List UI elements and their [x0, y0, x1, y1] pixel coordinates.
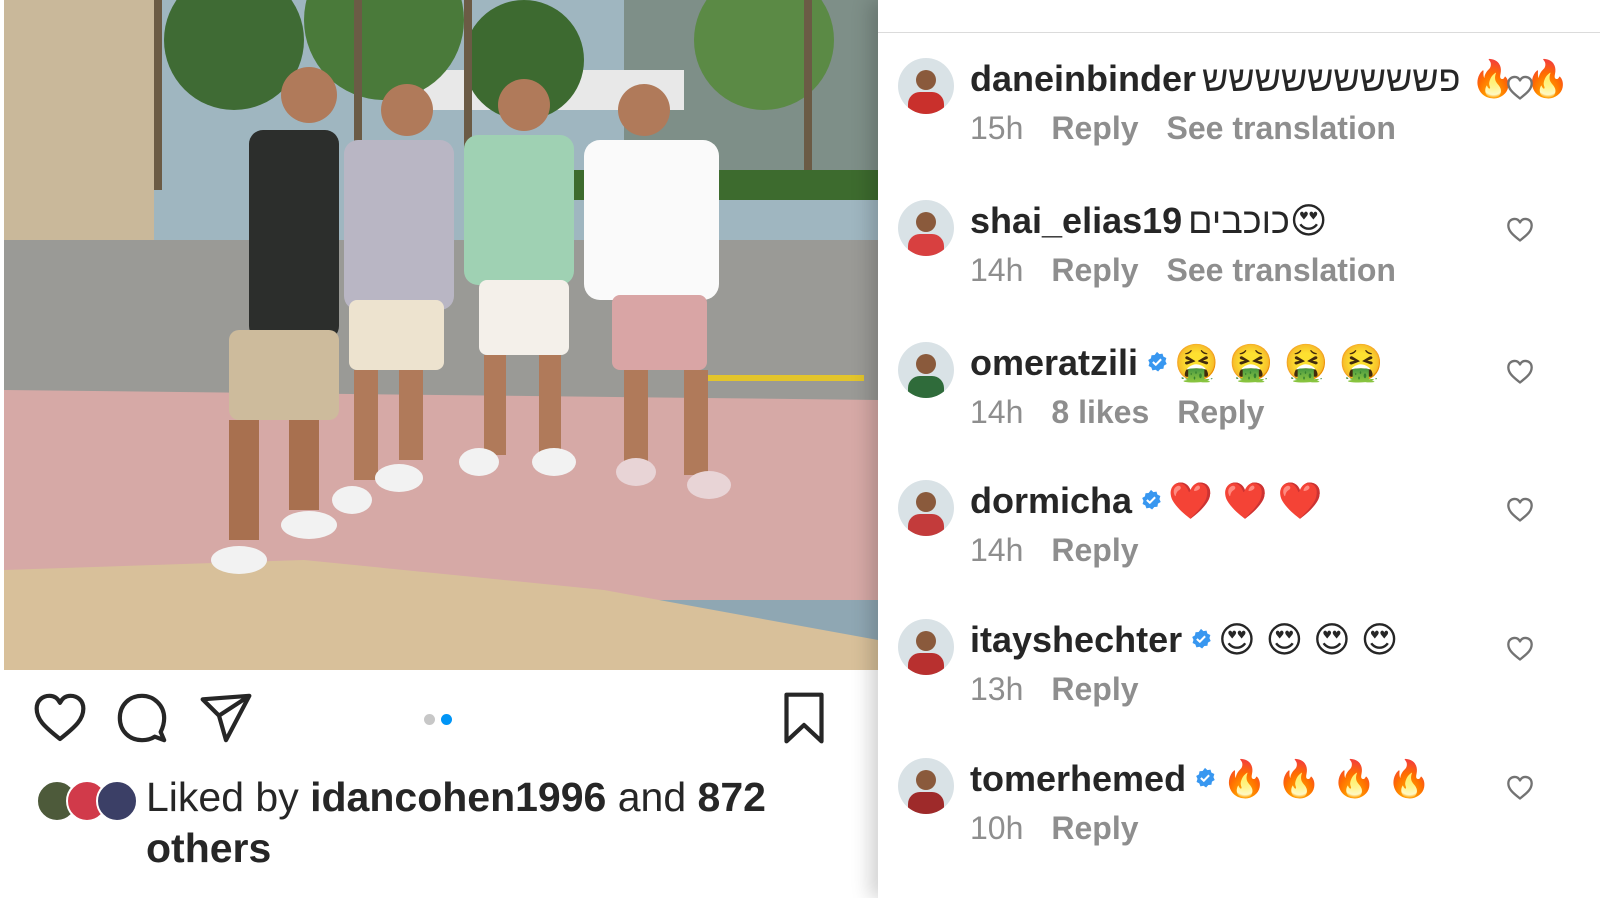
- divider: [878, 32, 1600, 33]
- comment-text: כוכבים😍: [1188, 200, 1328, 241]
- avatar[interactable]: [898, 619, 954, 675]
- reply-button[interactable]: Reply: [1051, 110, 1138, 146]
- likes-others[interactable]: others: [146, 825, 271, 871]
- comment-body: omeratzili 🤮 🤮 🤮 🤮 14h 8 likes Reply: [970, 338, 1530, 432]
- comment-body: daneinbinder פששששששששש 🔥 🔥 15h Reply See t…: [970, 54, 1570, 148]
- comment-meta: 13h Reply: [970, 669, 1530, 709]
- comment-time: 13h: [970, 671, 1024, 707]
- comment-text: ❤️ ❤️ ❤️: [1168, 480, 1323, 521]
- avatar[interactable]: [898, 758, 954, 814]
- comment-row: tomerhemed 🔥 🔥 🔥 🔥 10h Reply: [878, 754, 1600, 874]
- comment-body: tomerhemed 🔥 🔥 🔥 🔥 10h Reply: [970, 754, 1530, 848]
- comment-time: 10h: [970, 810, 1024, 846]
- likes-prefix: Liked by: [146, 774, 311, 820]
- liker-avatars[interactable]: [36, 780, 138, 822]
- comment-like-heart-icon[interactable]: [1506, 496, 1534, 524]
- comment-meta: 14h 8 likes Reply: [970, 392, 1530, 432]
- comment-username[interactable]: shai_elias19: [970, 200, 1182, 241]
- avatar[interactable]: [898, 480, 954, 536]
- comment-text: 🤮 🤮 🤮 🤮: [1174, 342, 1384, 383]
- comment-time: 14h: [970, 394, 1024, 430]
- comment-icon[interactable]: [114, 690, 170, 746]
- comment-username[interactable]: omeratzili: [970, 342, 1138, 383]
- avatar[interactable]: [898, 58, 954, 114]
- comment-time: 14h: [970, 532, 1024, 568]
- send-icon[interactable]: [198, 690, 254, 746]
- verified-badge-icon: [1148, 352, 1167, 373]
- reply-button[interactable]: Reply: [1051, 810, 1138, 846]
- post-panel: Liked by idancohen1996 and 872 others: [0, 0, 878, 898]
- comment-meta: 10h Reply: [970, 808, 1530, 848]
- avatar[interactable]: [898, 200, 954, 256]
- verified-badge-icon: [1196, 768, 1215, 789]
- post-action-bar: [0, 690, 878, 750]
- comment-row: omeratzili 🤮 🤮 🤮 🤮 14h 8 likes Reply: [878, 338, 1600, 458]
- reply-button[interactable]: Reply: [1177, 394, 1264, 430]
- comment-text: 😍 😍 😍 😍: [1218, 619, 1399, 660]
- reply-button[interactable]: Reply: [1051, 252, 1138, 288]
- comment-like-heart-icon[interactable]: [1506, 74, 1534, 102]
- comment-time: 15h: [970, 110, 1024, 146]
- avatar[interactable]: [898, 342, 954, 398]
- comment-like-heart-icon[interactable]: [1506, 774, 1534, 802]
- post-photo[interactable]: [4, 0, 878, 670]
- verified-badge-icon: [1192, 629, 1211, 650]
- comment-row: dormicha ❤️ ❤️ ❤️ 14h Reply: [878, 476, 1600, 596]
- heart-icon[interactable]: [32, 690, 88, 746]
- comment-username[interactable]: tomerhemed: [970, 758, 1186, 799]
- comment-like-heart-icon[interactable]: [1506, 216, 1534, 244]
- comment-row: daneinbinder פששששששששש 🔥 🔥 15h Reply See t…: [878, 54, 1600, 174]
- comment-text: 🔥 🔥 🔥 🔥: [1222, 758, 1432, 799]
- comment-time: 14h: [970, 252, 1024, 288]
- reply-button[interactable]: Reply: [1051, 532, 1138, 568]
- likes-middle: and: [606, 774, 698, 820]
- comment-like-heart-icon[interactable]: [1506, 358, 1534, 386]
- comment-row: itayshechter 😍 😍 😍 😍 13h Reply: [878, 615, 1600, 735]
- comment-likes[interactable]: 8 likes: [1051, 394, 1149, 430]
- reply-button[interactable]: Reply: [1051, 671, 1138, 707]
- verified-badge-icon: [1142, 490, 1161, 511]
- comment-body: dormicha ❤️ ❤️ ❤️ 14h Reply: [970, 476, 1530, 570]
- bookmark-icon[interactable]: [776, 690, 832, 746]
- comment-username[interactable]: itayshechter: [970, 619, 1182, 660]
- likes-count[interactable]: 872: [698, 774, 766, 820]
- comment-like-heart-icon[interactable]: [1506, 635, 1534, 663]
- see-translation-button[interactable]: See translation: [1167, 252, 1396, 288]
- comment-body: itayshechter 😍 😍 😍 😍 13h Reply: [970, 615, 1530, 709]
- likes-summary: Liked by idancohen1996 and 872 others: [146, 772, 846, 874]
- comment-meta: 15h Reply See translation: [970, 108, 1530, 148]
- comments-panel: daneinbinder פששששששששש 🔥 🔥 15h Reply See t…: [878, 0, 1600, 898]
- comment-meta: 14h Reply See translation: [970, 250, 1530, 290]
- carousel-dot-active: [441, 714, 452, 725]
- carousel-dot: [424, 714, 435, 725]
- carousel-indicator: [424, 712, 458, 725]
- comment-row: shai_elias19 כוכבים😍 14h Reply See translat…: [878, 196, 1600, 316]
- see-translation-button[interactable]: See translation: [1167, 110, 1396, 146]
- comment-username[interactable]: daneinbinder: [970, 58, 1196, 99]
- comment-body: shai_elias19 כוכבים😍 14h Reply See translat…: [970, 196, 1530, 290]
- liker-username[interactable]: idancohen1996: [310, 774, 606, 820]
- comment-meta: 14h Reply: [970, 530, 1530, 570]
- avatar: [96, 780, 138, 822]
- comment-username[interactable]: dormicha: [970, 480, 1132, 521]
